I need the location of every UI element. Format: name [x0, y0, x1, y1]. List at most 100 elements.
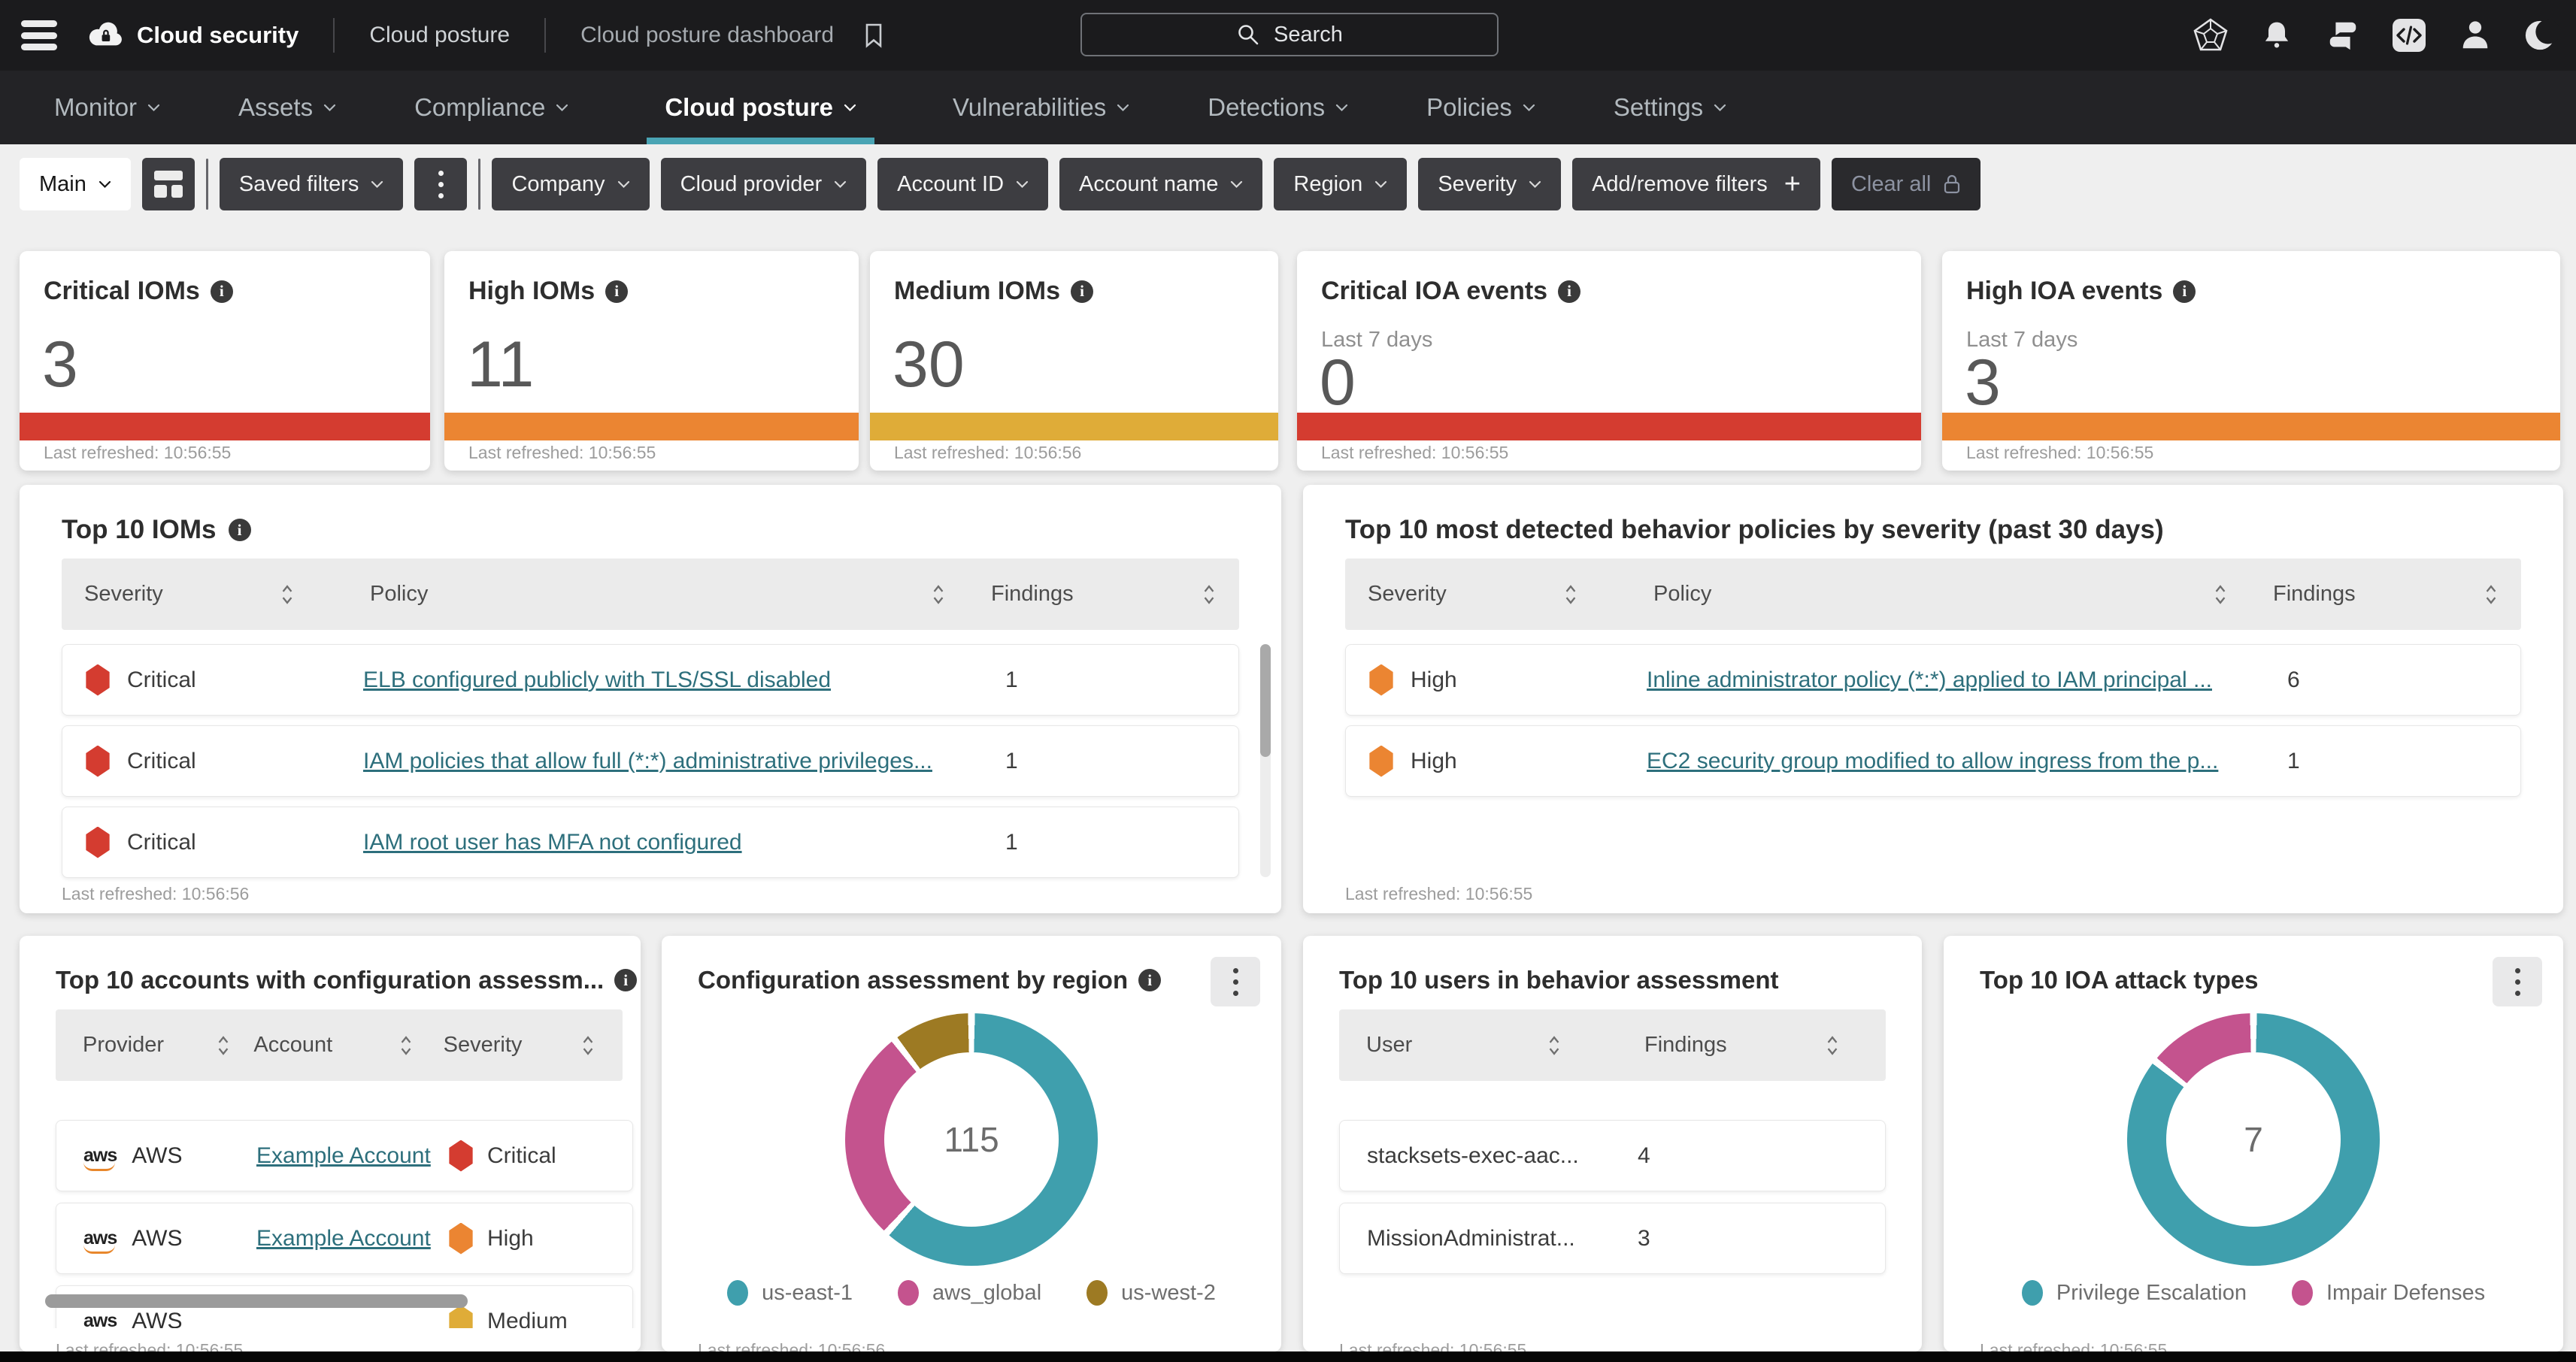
chart-legend: us-east-1 aws_global us-west-2: [662, 1280, 1281, 1306]
table-row[interactable]: MissionAdministrat... 3: [1339, 1203, 1886, 1274]
table-row[interactable]: High EC2 security group modified to allo…: [1345, 725, 2521, 797]
legend-item[interactable]: us-west-2: [1086, 1280, 1216, 1306]
lock-icon: [1943, 174, 1961, 195]
sort-icon[interactable]: [216, 1034, 231, 1057]
filter-severity[interactable]: Severity: [1418, 158, 1561, 210]
table-row[interactable]: stacksets-exec-aac... 4: [1339, 1120, 1886, 1191]
breadcrumb: Cloud security Cloud posture Cloud postu…: [87, 17, 883, 53]
table-row[interactable]: Critical IAM policies that allow full (*…: [62, 725, 1239, 797]
policy-link[interactable]: IAM root user has MFA not configured: [363, 830, 742, 855]
add-remove-filters-button[interactable]: Add/remove filters+: [1572, 158, 1820, 210]
policy-link[interactable]: ELB configured publicly with TLS/SSL dis…: [363, 667, 831, 692]
panel-title: Top 10 IOA attack types: [1980, 966, 2258, 994]
search-input[interactable]: Search: [1080, 13, 1499, 56]
nav-tab-vulnerabilities[interactable]: Vulnerabilities: [953, 71, 1129, 144]
nav-tab-monitor[interactable]: Monitor: [54, 71, 160, 144]
sort-icon[interactable]: [580, 1034, 596, 1057]
api-code-icon[interactable]: [2391, 17, 2427, 53]
panel-title: Top 10 users in behavior assessment: [1339, 966, 1778, 994]
table-row[interactable]: awsAWS Example Account Critical: [56, 1120, 633, 1191]
filter-cloud-provider[interactable]: Cloud provider: [661, 158, 867, 210]
findings-count: 4: [1638, 1143, 1650, 1169]
kpi-value: 3: [1965, 347, 2001, 419]
scrollbar-thumb[interactable]: [1260, 644, 1271, 757]
breadcrumb-app[interactable]: Cloud security: [137, 22, 299, 49]
breadcrumb-section[interactable]: Cloud posture: [369, 23, 510, 48]
legend-item[interactable]: Impair Defenses: [2292, 1280, 2485, 1306]
bookmark-icon[interactable]: [864, 23, 883, 48]
table-row[interactable]: Critical ELB configured publicly with TL…: [62, 644, 1239, 716]
kpi-value: 0: [1320, 347, 1356, 419]
notifications-bell-icon[interactable]: [2259, 17, 2295, 53]
sort-icon[interactable]: [1563, 583, 1578, 606]
dark-mode-moon-icon[interactable]: [2523, 17, 2559, 53]
search-icon: [1236, 23, 1260, 47]
kpi-card-medium-ioms: Medium IOMsi 30 Last refreshed: 10:56:56: [870, 251, 1278, 471]
table-row[interactable]: awsAWS Example Account High: [56, 1203, 633, 1274]
info-icon[interactable]: i: [1071, 280, 1093, 303]
account-link[interactable]: Example Account: [256, 1226, 431, 1251]
filter-kebab-menu[interactable]: [414, 158, 467, 210]
table-row[interactable]: High Inline administrator policy (*:*) a…: [1345, 644, 2521, 716]
view-selector-main[interactable]: Main: [20, 158, 131, 210]
sort-icon[interactable]: [1202, 583, 1217, 606]
severity-hexagon-icon: [85, 664, 111, 696]
nav-tab-detections[interactable]: Detections: [1208, 71, 1348, 144]
sort-icon[interactable]: [1547, 1034, 1562, 1057]
aws-logo: aws: [83, 1227, 117, 1249]
severity-hexagon-icon: [1368, 664, 1394, 696]
sort-icon[interactable]: [1825, 1034, 1840, 1057]
dashboard-layout-button[interactable]: [142, 158, 195, 210]
chat-icon[interactable]: [2325, 17, 2361, 53]
legend-item[interactable]: us-east-1: [727, 1280, 853, 1306]
info-icon[interactable]: i: [605, 280, 628, 303]
sort-icon[interactable]: [2213, 583, 2228, 606]
top-10-accounts-panel: Top 10 accounts with configuration asses…: [20, 936, 641, 1351]
info-icon[interactable]: i: [1138, 969, 1161, 991]
nav-tab-policies[interactable]: Policies: [1426, 71, 1535, 144]
sort-icon[interactable]: [2484, 583, 2499, 606]
account-link[interactable]: Example Account: [256, 1143, 431, 1168]
clear-all-button[interactable]: Clear all: [1832, 158, 1980, 210]
kpi-card-high-ioms: High IOMsi 11 Last refreshed: 10:56:55: [444, 251, 859, 471]
info-icon[interactable]: i: [2173, 280, 2196, 303]
kpi-card-critical-ioms: Critical IOMsi 3 Last refreshed: 10:56:5…: [20, 251, 430, 471]
chart-legend: Privilege Escalation Impair Defenses: [1944, 1280, 2563, 1306]
legend-item[interactable]: Privilege Escalation: [2022, 1280, 2247, 1306]
legend-item[interactable]: aws_global: [898, 1280, 1041, 1306]
sort-icon[interactable]: [931, 583, 946, 606]
filter-region[interactable]: Region: [1274, 158, 1407, 210]
policy-link[interactable]: EC2 security group modified to allow ing…: [1647, 749, 2218, 773]
top-bar: Cloud security Cloud posture Cloud postu…: [0, 0, 2576, 71]
info-icon[interactable]: i: [614, 969, 637, 991]
nav-tab-compliance[interactable]: Compliance: [414, 71, 568, 144]
filter-company[interactable]: Company: [492, 158, 649, 210]
severity-color-bar: [20, 413, 430, 440]
info-icon[interactable]: i: [1558, 280, 1580, 303]
table-header: Provider Account Severity: [56, 1009, 623, 1081]
hamburger-menu-icon[interactable]: [21, 20, 57, 50]
filter-account-name[interactable]: Account name: [1059, 158, 1262, 210]
nav-tab-assets[interactable]: Assets: [238, 71, 336, 144]
nav-tab-cloud-posture[interactable]: Cloud posture: [647, 71, 874, 144]
table-row[interactable]: Critical IAM root user has MFA not confi…: [62, 807, 1239, 878]
info-icon[interactable]: i: [229, 519, 251, 541]
last-refreshed: Last refreshed: 10:56:55: [1345, 884, 1532, 904]
findings-count: 6: [2287, 667, 2498, 693]
filter-account-id[interactable]: Account ID: [877, 158, 1048, 210]
panel-kebab-menu[interactable]: [1211, 957, 1260, 1006]
user-icon[interactable]: [2457, 17, 2493, 53]
nav-tab-settings[interactable]: Settings: [1614, 71, 1726, 144]
policy-link[interactable]: IAM policies that allow full (*:*) admin…: [363, 749, 932, 773]
table-header: Severity Policy Findings: [62, 558, 1239, 630]
panel-kebab-menu[interactable]: [2493, 957, 2542, 1006]
horizontal-scrollbar-thumb[interactable]: [45, 1294, 468, 1308]
info-icon[interactable]: i: [211, 280, 233, 303]
breadcrumb-page[interactable]: Cloud posture dashboard: [580, 23, 834, 48]
policy-link[interactable]: Inline administrator policy (*:*) applie…: [1647, 667, 2212, 692]
saved-filters-button[interactable]: Saved filters: [220, 158, 404, 210]
sort-icon[interactable]: [280, 583, 295, 606]
last-refreshed: Last refreshed: 10:56:56: [62, 884, 249, 904]
sort-icon[interactable]: [399, 1034, 414, 1057]
crowdstrike-logo-icon[interactable]: [2193, 17, 2229, 53]
